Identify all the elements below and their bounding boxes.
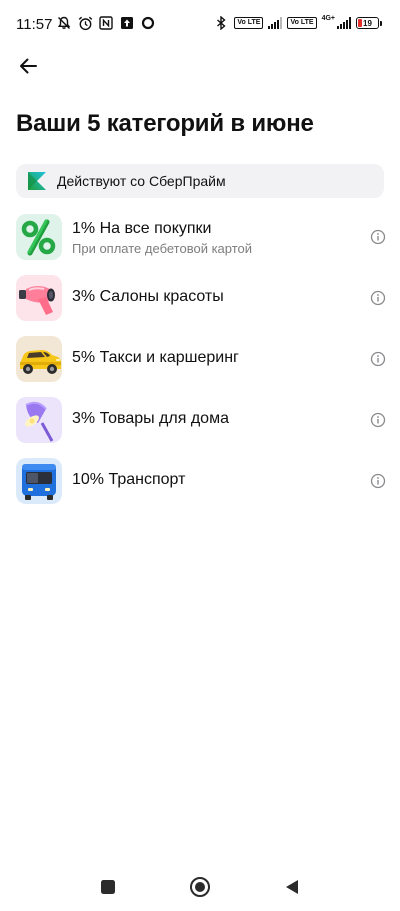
- hair-dryer-icon: [16, 275, 62, 321]
- home-button[interactable]: [188, 875, 212, 899]
- back-triangle-icon: [286, 880, 298, 894]
- muted-bell-icon: [56, 15, 72, 31]
- upload-icon: [119, 15, 135, 31]
- percent-icon: [16, 214, 62, 260]
- category-title: 1% На все покупки: [72, 220, 212, 237]
- info-icon[interactable]: [370, 290, 386, 306]
- status-time: 11:57: [16, 16, 53, 33]
- network-type: 4G+: [321, 14, 335, 22]
- category-title: 5% Такси и каршеринг: [72, 349, 239, 366]
- taxi-car-icon: [16, 336, 62, 382]
- info-icon[interactable]: [370, 473, 386, 489]
- category-item-all-purchases[interactable]: 1% На все покупки При оплате дебетовой к…: [0, 210, 400, 264]
- category-subtitle: При оплате дебетовой картой: [72, 241, 253, 256]
- bus-icon: [16, 458, 62, 504]
- bluetooth-icon: [213, 15, 229, 31]
- info-icon[interactable]: [370, 412, 386, 428]
- category-title: 10% Транспорт: [72, 471, 186, 488]
- info-icon[interactable]: [370, 229, 386, 245]
- category-item-taxi-carsharing[interactable]: 5% Такси и каршеринг: [0, 332, 400, 386]
- sberprime-banner-text: Действуют со СберПрайм: [57, 173, 226, 189]
- info-icon[interactable]: [370, 351, 386, 367]
- lamp-icon: [16, 397, 62, 443]
- circle-icon: [140, 15, 156, 31]
- home-circle-icon: [190, 877, 210, 897]
- category-item-transport[interactable]: 10% Транспорт: [0, 454, 400, 508]
- signal-icon: [268, 17, 283, 29]
- recents-button[interactable]: [96, 875, 120, 899]
- sberprime-banner: Действуют со СберПрайм: [16, 164, 384, 198]
- system-back-button[interactable]: [280, 875, 304, 899]
- back-button[interactable]: [14, 52, 42, 80]
- category-item-home-goods[interactable]: 3% Товары для дома: [0, 393, 400, 447]
- status-icons-left: [56, 15, 156, 31]
- battery-icon: 19: [356, 17, 382, 29]
- page-title: Ваши 5 категорий в июне: [16, 110, 314, 137]
- sberprime-logo-icon: [28, 172, 46, 190]
- arrow-left-icon: [20, 58, 37, 74]
- status-icons-right: Vo LTE Vo LTE 4G+ 19: [213, 15, 382, 31]
- navigation-bar: [0, 863, 400, 911]
- alarm-icon: [77, 15, 93, 31]
- battery-level: 19: [363, 18, 372, 28]
- signal-icon: [337, 17, 351, 29]
- nfc-icon: [98, 15, 114, 31]
- volte-icon: Vo LTE: [234, 17, 264, 29]
- category-title: 3% Товары для дома: [72, 410, 229, 427]
- recents-square-icon: [101, 880, 115, 894]
- category-item-beauty-salons[interactable]: 3% Салоны красоты: [0, 271, 400, 325]
- category-title: 3% Салоны красоты: [72, 288, 224, 305]
- volte-icon: Vo LTE: [287, 17, 317, 29]
- status-bar: 11:57 Vo LTE Vo LTE 4G+ 19: [0, 0, 400, 50]
